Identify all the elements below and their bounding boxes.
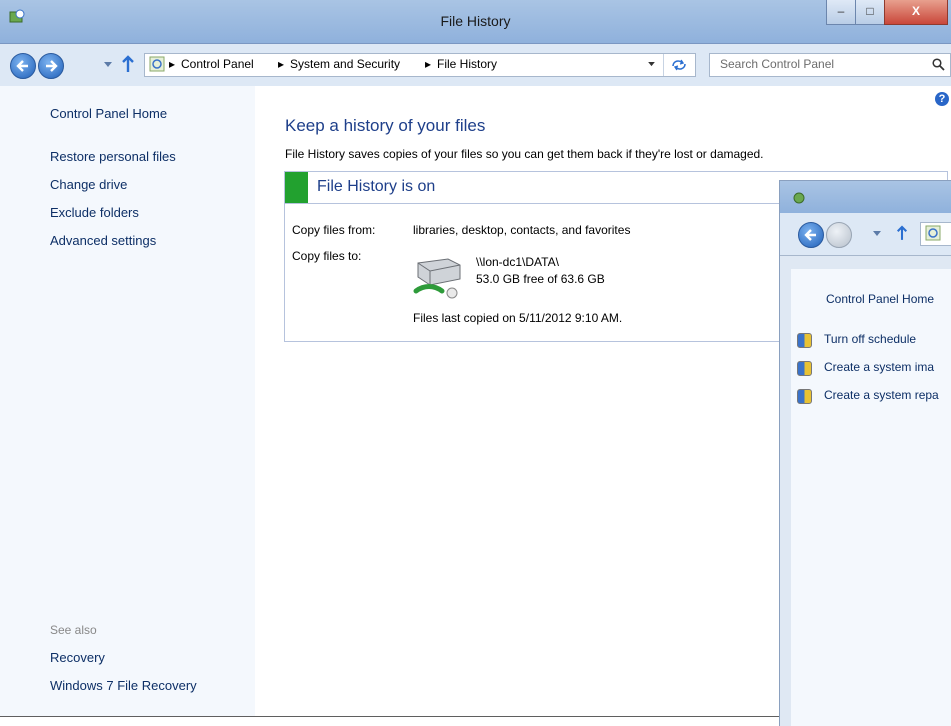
title-bar: File History – □ X <box>0 0 951 44</box>
second-address-bar[interactable] <box>920 222 951 246</box>
breadcrumb-system-and-security[interactable]: System and Security <box>290 57 400 71</box>
second-control-panel-home[interactable]: Control Panel Home <box>826 292 934 306</box>
back-arrow-icon <box>804 229 816 241</box>
address-bar[interactable]: ▸ Control Panel ▸ System and Security ▸ … <box>144 53 696 77</box>
up-arrow-icon[interactable] <box>121 55 135 73</box>
see-also-heading: See also <box>50 623 97 637</box>
page-description: File History saves copies of your files … <box>285 147 764 161</box>
navigation-bar: ▸ Control Panel ▸ System and Security ▸ … <box>0 44 951 86</box>
page-title: Keep a history of your files <box>285 116 486 135</box>
control-panel-icon <box>925 225 941 241</box>
breadcrumb-separator-icon: ▸ <box>169 57 176 71</box>
create-system-image-link[interactable]: Create a system ima <box>824 360 934 374</box>
search-icon[interactable] <box>932 58 945 71</box>
breadcrumb-control-panel[interactable]: Control Panel <box>181 57 254 71</box>
breadcrumb-separator-icon: ▸ <box>425 57 432 71</box>
see-also-recovery[interactable]: Recovery <box>50 650 105 665</box>
breadcrumb-file-history[interactable]: File History <box>437 57 497 71</box>
turn-off-schedule-link[interactable]: Turn off schedule <box>824 332 916 346</box>
uac-shield-icon <box>797 389 812 404</box>
address-dropdown-icon[interactable] <box>648 62 655 67</box>
recent-pages-dropdown-icon[interactable] <box>104 62 112 68</box>
window-bottom-border <box>0 716 790 717</box>
copy-from-label: Copy files from: <box>292 223 376 237</box>
status-indicator <box>285 172 308 203</box>
address-divider <box>663 54 664 76</box>
second-control-panel-window[interactable]: Control Panel Home Turn off schedule Cre… <box>779 180 951 726</box>
create-system-repair-link[interactable]: Create a system repa <box>824 388 939 402</box>
back-button[interactable] <box>10 53 36 79</box>
sidebar-item-change-drive[interactable]: Change drive <box>50 177 127 192</box>
up-arrow-icon[interactable] <box>896 224 908 242</box>
status-title: File History is on <box>317 178 436 195</box>
network-drive-icon <box>413 258 461 299</box>
second-forward-button[interactable] <box>826 222 852 248</box>
minimize-button[interactable]: – <box>826 0 856 25</box>
second-window-navigation-bar <box>780 213 951 256</box>
sidebar-control-panel-home[interactable]: Control Panel Home <box>50 106 167 121</box>
uac-shield-icon <box>797 333 812 348</box>
back-arrow-icon <box>16 60 28 72</box>
maximize-button[interactable]: □ <box>855 0 885 25</box>
close-button[interactable]: X <box>884 0 948 25</box>
breadcrumb-separator-icon: ▸ <box>278 57 285 71</box>
forward-arrow-icon <box>46 60 58 72</box>
window-title: File History <box>440 13 511 29</box>
help-icon[interactable]: ? <box>935 92 949 106</box>
copy-to-label: Copy files to: <box>292 249 362 263</box>
sidebar-item-restore-personal-files[interactable]: Restore personal files <box>50 149 176 164</box>
see-also-windows7-file-recovery[interactable]: Windows 7 File Recovery <box>50 678 197 693</box>
control-panel-icon <box>149 56 165 72</box>
copy-from-value: libraries, desktop, contacts, and favori… <box>413 223 631 237</box>
uac-shield-icon <box>797 361 812 376</box>
drive-free-space: 53.0 GB free of 63.6 GB <box>476 272 605 286</box>
last-copied-text: Files last copied on 5/11/2012 9:10 AM. <box>413 311 623 325</box>
second-window-app-icon <box>793 192 805 204</box>
refresh-icon[interactable] <box>670 57 688 73</box>
recent-pages-dropdown-icon[interactable] <box>873 231 881 237</box>
search-placeholder: Search Control Panel <box>720 57 835 71</box>
search-input[interactable]: Search Control Panel <box>709 53 951 77</box>
second-window-sidebar: Control Panel Home Turn off schedule Cre… <box>791 269 951 726</box>
drive-path: \\lon-dc1\DATA\ <box>476 255 559 269</box>
sidebar-item-exclude-folders[interactable]: Exclude folders <box>50 205 139 220</box>
sidebar: Control Panel Home Restore personal file… <box>0 86 255 716</box>
second-window-title-bar <box>780 181 951 213</box>
forward-button[interactable] <box>38 53 64 79</box>
sidebar-item-advanced-settings[interactable]: Advanced settings <box>50 233 156 248</box>
second-back-button[interactable] <box>798 222 824 248</box>
